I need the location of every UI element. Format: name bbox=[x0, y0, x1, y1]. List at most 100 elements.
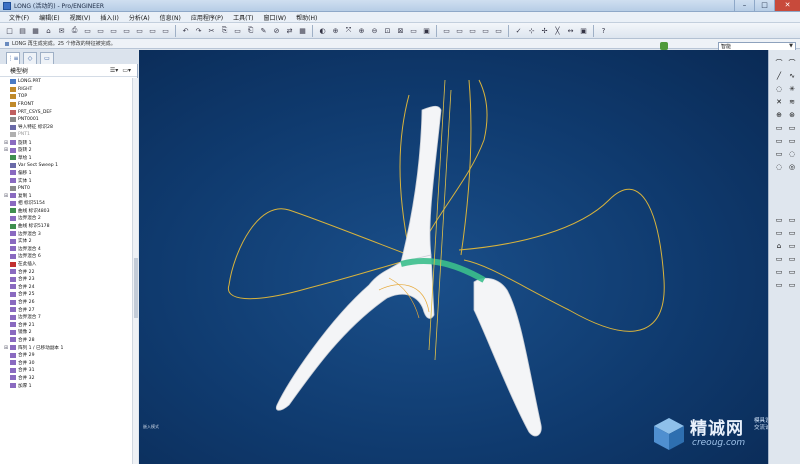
toolbar-button[interactable]: ✓ bbox=[513, 25, 524, 36]
tree-item[interactable]: RIGHT bbox=[2, 86, 130, 94]
tree-item[interactable]: 边界混合 4 bbox=[2, 245, 130, 253]
toolbar-button[interactable]: ⤧ bbox=[343, 25, 354, 36]
tree-item[interactable]: 合并 32 bbox=[2, 374, 130, 382]
tab-folder-browser[interactable]: ◇ bbox=[23, 52, 37, 64]
toolbar-button[interactable]: ⊡ bbox=[382, 25, 393, 36]
feature-tool-button[interactable]: ▭ bbox=[787, 228, 797, 238]
feature-tool-button[interactable]: ▭ bbox=[774, 215, 784, 225]
toolbar-button[interactable]: ╳ bbox=[552, 25, 563, 36]
feature-tool-button[interactable]: ⌂ bbox=[774, 241, 784, 251]
tree-item[interactable]: TOP bbox=[2, 93, 130, 101]
menu-item[interactable]: 帮助(H) bbox=[291, 13, 322, 22]
tree-item[interactable]: LONG.PRT bbox=[2, 78, 130, 86]
menu-item[interactable]: 编辑(E) bbox=[34, 13, 64, 22]
toolbar-button[interactable]: ✎ bbox=[258, 25, 269, 36]
scrollbar-thumb[interactable] bbox=[134, 258, 138, 318]
filter-icon[interactable] bbox=[660, 42, 668, 50]
tree-item[interactable]: PNT1 bbox=[2, 131, 130, 139]
toolbar-button[interactable]: ▭ bbox=[121, 25, 132, 36]
toolbar-button[interactable]: ⊖ bbox=[369, 25, 380, 36]
toolbar-button[interactable]: ▭ bbox=[493, 25, 504, 36]
toolbar-button[interactable]: ▭ bbox=[108, 25, 119, 36]
minimize-button[interactable]: – bbox=[734, 0, 754, 11]
tree-item[interactable]: 在此插入 bbox=[2, 260, 130, 268]
toolbar-button[interactable]: ▭ bbox=[408, 25, 419, 36]
menu-item[interactable]: 视图(V) bbox=[65, 13, 96, 22]
tree-item[interactable]: 边界混合 7 bbox=[2, 313, 130, 321]
maximize-button[interactable]: □ bbox=[754, 0, 774, 11]
feature-tool-button[interactable]: ▭ bbox=[774, 228, 784, 238]
graphics-viewport[interactable]: 嵌入模式 bbox=[139, 50, 768, 464]
feature-tool-button[interactable]: ▭ bbox=[774, 267, 784, 277]
toolbar-button[interactable]: ⎗ bbox=[245, 25, 256, 36]
toolbar-button[interactable]: ⊠ bbox=[395, 25, 406, 36]
tree-item[interactable]: 导入特征 标识28 bbox=[2, 124, 130, 132]
close-button[interactable]: ✕ bbox=[774, 0, 800, 11]
toolbar-button[interactable]: ▭ bbox=[467, 25, 478, 36]
toolbar-button[interactable]: ✢ bbox=[539, 25, 550, 36]
tree-expander[interactable]: ⊞ bbox=[2, 345, 10, 351]
feature-tool-button[interactable]: ▭ bbox=[787, 136, 797, 146]
tree-item[interactable]: 草绘 1 bbox=[2, 154, 130, 162]
toolbar-button[interactable]: ▭ bbox=[147, 25, 158, 36]
menu-item[interactable]: 信息(N) bbox=[155, 13, 186, 22]
toolbar-button[interactable]: ▭ bbox=[95, 25, 106, 36]
tree-expander[interactable]: ⊞ bbox=[2, 140, 10, 146]
feature-tool-button[interactable]: ▭ bbox=[787, 241, 797, 251]
tree-item[interactable]: 合并 22 bbox=[2, 268, 130, 276]
toolbar-button[interactable]: ▦ bbox=[30, 25, 41, 36]
feature-tool-button[interactable]: ⊛ bbox=[787, 110, 797, 120]
feature-tool-button[interactable]: ≋ bbox=[787, 97, 797, 107]
toolbar-button[interactable]: ⊕ bbox=[330, 25, 341, 36]
tree-item[interactable]: PNT0001 bbox=[2, 116, 130, 124]
feature-tool-button[interactable]: ◎ bbox=[787, 162, 797, 172]
menu-item[interactable]: 应用程序(P) bbox=[186, 13, 228, 22]
tree-item[interactable]: 合并 27 bbox=[2, 306, 130, 314]
feature-tool-button[interactable]: ▭ bbox=[774, 136, 784, 146]
feature-tool-button[interactable]: ◌ bbox=[787, 149, 797, 159]
feature-tool-button[interactable]: ▭ bbox=[774, 123, 784, 133]
tree-item[interactable]: PNT0 bbox=[2, 184, 130, 192]
tree-item[interactable]: 加厚 1 bbox=[2, 382, 130, 390]
toolbar-button[interactable]: ⊘ bbox=[271, 25, 282, 36]
tree-expander[interactable]: ⊞ bbox=[2, 147, 10, 153]
menu-item[interactable]: 分析(A) bbox=[124, 13, 155, 22]
toolbar-button[interactable]: ▦ bbox=[297, 25, 308, 36]
tree-item[interactable]: ⊞ 旋转 2 bbox=[2, 146, 130, 154]
toolbar-button[interactable]: ▣ bbox=[578, 25, 589, 36]
tree-item[interactable]: 曲线 标识5178 bbox=[2, 222, 130, 230]
tree-item[interactable]: 合并 26 bbox=[2, 298, 130, 306]
tree-item[interactable]: 合并 23 bbox=[2, 275, 130, 283]
feature-tool-button[interactable]: ✳ bbox=[787, 84, 797, 94]
toolbar-button[interactable]: ↔ bbox=[565, 25, 576, 36]
toolbar-button[interactable]: □ bbox=[4, 25, 15, 36]
tree-item[interactable]: ⊞ 阵列 1 / 已移动副本 1 bbox=[2, 344, 130, 352]
toolbar-button[interactable]: ? bbox=[598, 25, 609, 36]
tree-item[interactable]: Var Sect Sweep 1 bbox=[2, 162, 130, 170]
feature-tool-button[interactable]: ✕ bbox=[774, 97, 784, 107]
tree-item[interactable]: PRT_CSYS_DEF bbox=[2, 108, 130, 116]
toolbar-button[interactable]: ↶ bbox=[180, 25, 191, 36]
tab-favorites[interactable]: ▭ bbox=[40, 52, 54, 64]
tree-scrollbar[interactable] bbox=[132, 78, 138, 464]
tab-model-tree[interactable]: ⋮≡ bbox=[6, 52, 20, 64]
toolbar-button[interactable]: ↷ bbox=[193, 25, 204, 36]
toolbar-button[interactable]: ⊹ bbox=[526, 25, 537, 36]
menu-item[interactable]: 窗口(W) bbox=[259, 13, 292, 22]
menu-item[interactable]: 文件(F) bbox=[4, 13, 34, 22]
feature-tool-button[interactable]: ▭ bbox=[787, 254, 797, 264]
feature-tool-button[interactable]: ▭ bbox=[774, 149, 784, 159]
toolbar-button[interactable]: ▭ bbox=[441, 25, 452, 36]
feature-tool-button[interactable]: ▭ bbox=[774, 280, 784, 290]
tree-item[interactable]: 合并 31 bbox=[2, 367, 130, 375]
toolbar-button[interactable]: ⌂ bbox=[43, 25, 54, 36]
tree-item[interactable]: 合并 29 bbox=[2, 351, 130, 359]
toolbar-button[interactable]: ⊕ bbox=[356, 25, 367, 36]
feature-tool-button[interactable]: ▭ bbox=[787, 215, 797, 225]
feature-tool-button[interactable]: ⊕ bbox=[774, 110, 784, 120]
toolbar-button[interactable]: ✂ bbox=[206, 25, 217, 36]
tree-item[interactable]: 边界混合 6 bbox=[2, 253, 130, 261]
tree-item[interactable]: 合并 25 bbox=[2, 291, 130, 299]
feature-tool-button[interactable]: ▭ bbox=[774, 254, 784, 264]
tree-item[interactable]: FRONT bbox=[2, 101, 130, 109]
